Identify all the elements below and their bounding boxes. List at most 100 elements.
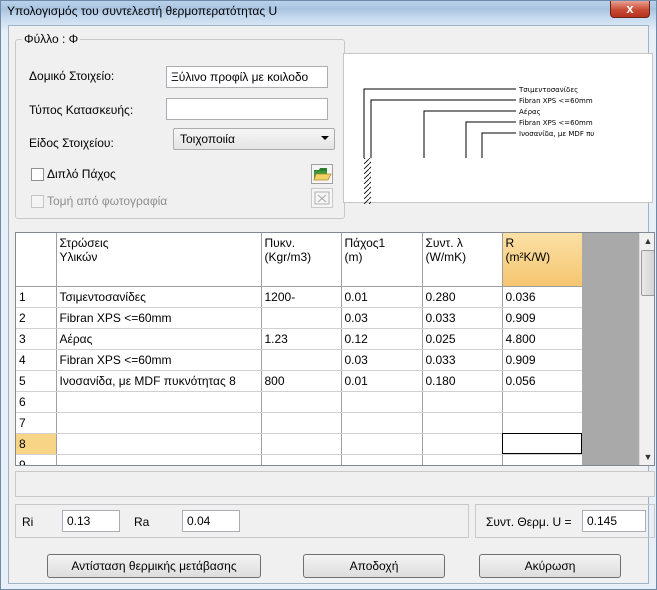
cell-material[interactable]: Fibran XPS <=60mm: [56, 307, 262, 329]
table-row[interactable]: 1 Τσιμεντοσανίδες 1200- 0.01 0.280 0.036: [16, 286, 583, 308]
header-lambda[interactable]: Συντ. λ (W/mK): [422, 233, 503, 287]
row-number[interactable]: 8: [16, 433, 57, 455]
table-row[interactable]: 7: [16, 412, 583, 434]
table-row[interactable]: 6: [16, 391, 583, 413]
cell-resistance[interactable]: 0.036: [502, 286, 583, 308]
double-thickness-label: Διπλό Πάχος: [47, 167, 116, 181]
cell-material[interactable]: Ινοσανίδα, με MDF πυκνότητας 8: [56, 370, 262, 392]
cell-material[interactable]: Τσιμεντοσανίδες: [56, 286, 262, 308]
cell-resistance[interactable]: 0.056: [502, 370, 583, 392]
cell-thickness[interactable]: 0.03: [341, 349, 423, 371]
cell-material[interactable]: [56, 412, 262, 434]
header-density[interactable]: Πυκν. (Kgr/m3): [261, 233, 342, 287]
element-field[interactable]: Ξύλινο προφίλ με κοιλοδο: [166, 66, 328, 88]
cancel-button[interactable]: Ακύρωση: [479, 554, 621, 578]
row-number[interactable]: 2: [16, 307, 57, 329]
photo-section-checkbox[interactable]: [31, 195, 44, 208]
cell-lambda[interactable]: [422, 412, 503, 434]
cell-density[interactable]: 1.23: [261, 328, 342, 350]
ri-label: Ri: [22, 515, 34, 529]
cell-resistance[interactable]: [502, 412, 583, 434]
cell-material[interactable]: [56, 391, 262, 413]
ri-field[interactable]: 0.13: [62, 510, 120, 532]
table-row-current[interactable]: 8: [16, 433, 583, 455]
cell-lambda[interactable]: 0.280: [422, 286, 503, 308]
header-material[interactable]: Στρώσεις Υλικών: [56, 233, 262, 287]
type-select[interactable]: Τοιχοποιία: [173, 128, 335, 150]
row-number[interactable]: 5: [16, 370, 57, 392]
chevron-down-icon: [321, 136, 329, 140]
cell-thickness[interactable]: [341, 412, 423, 434]
table-row[interactable]: 4 Fibran XPS <=60mm 0.03 0.033 0.909: [16, 349, 583, 371]
cell-resistance[interactable]: 0.909: [502, 307, 583, 329]
cell-resistance[interactable]: 4.800: [502, 328, 583, 350]
row-number[interactable]: 4: [16, 349, 57, 371]
cell-lambda[interactable]: 0.033: [422, 307, 503, 329]
row-number[interactable]: 7: [16, 412, 57, 434]
row-number[interactable]: 1: [16, 286, 57, 308]
header-resistance[interactable]: R (m²K/W): [502, 233, 583, 287]
cell-lambda[interactable]: 0.033: [422, 349, 503, 371]
cell-lambda[interactable]: 0.025: [422, 328, 503, 350]
u-field[interactable]: 0.145: [582, 510, 646, 532]
cell-density[interactable]: [261, 433, 342, 455]
construction-label: Τύπος Κατασκευής:: [29, 103, 134, 117]
cell-material[interactable]: [56, 433, 262, 455]
dialog-window: Υπολογισμός του συντελεστή θερμοπερατότη…: [0, 0, 657, 590]
section-preview: Τσιμεντοσανίδες Fibran XPS <=60mm Αέρας …: [343, 53, 653, 204]
cell-density[interactable]: [261, 349, 342, 371]
construction-field[interactable]: [166, 98, 328, 120]
cell-material[interactable]: Αέρας: [56, 328, 262, 350]
photo-button[interactable]: [311, 188, 333, 208]
open-folder-button[interactable]: [311, 164, 333, 184]
thermal-transition-button[interactable]: Αντίσταση θερμικής μετάβασης: [47, 554, 261, 578]
layers-grid[interactable]: Στρώσεις Υλικών Πυκν. (Kgr/m3) Πάχος1 (m) Σ…: [15, 232, 655, 466]
cell-lambda[interactable]: [422, 454, 503, 465]
cell-thickness[interactable]: 0.03: [341, 307, 423, 329]
cell-density[interactable]: [261, 454, 342, 465]
cell-thickness[interactable]: [341, 391, 423, 413]
header-thickness[interactable]: Πάχος1 (m): [341, 233, 423, 287]
cell-density[interactable]: 1200-: [261, 286, 342, 308]
cell-density[interactable]: [261, 412, 342, 434]
title-bar[interactable]: Υπολογισμός του συντελεστή θερμοπερατότη…: [1, 1, 656, 23]
cell-material[interactable]: [56, 454, 262, 465]
cell-thickness[interactable]: [341, 433, 423, 455]
cell-thickness[interactable]: [341, 454, 423, 465]
cell-density[interactable]: [261, 307, 342, 329]
double-thickness-checkbox[interactable]: [31, 168, 44, 181]
layers-table: Στρώσεις Υλικών Πυκν. (Kgr/m3) Πάχος1 (m) Σ…: [16, 233, 583, 465]
cell-resistance[interactable]: [502, 391, 583, 413]
accept-button[interactable]: Αποδοχή: [303, 554, 445, 578]
table-row[interactable]: 2 Fibran XPS <=60mm 0.03 0.033 0.909: [16, 307, 583, 329]
status-strip: [15, 471, 655, 497]
grid-header-row: Στρώσεις Υλικών Πυκν. (Kgr/m3) Πάχος1 (m) Σ…: [16, 233, 583, 287]
scroll-down-icon[interactable]: ▼: [640, 449, 654, 465]
table-row[interactable]: 3 Αέρας 1.23 0.12 0.025 4.800: [16, 328, 583, 350]
cell-lambda[interactable]: 0.180: [422, 370, 503, 392]
cell-resistance-selected[interactable]: [502, 433, 583, 455]
table-row[interactable]: 5 Ινοσανίδα, με MDF πυκνότητας 8 800 0.0…: [16, 370, 583, 392]
cell-thickness[interactable]: 0.01: [341, 286, 423, 308]
cell-thickness[interactable]: 0.01: [341, 370, 423, 392]
scroll-up-icon[interactable]: ▲: [640, 233, 654, 249]
cell-density[interactable]: [261, 391, 342, 413]
u-result-panel: Συντ. Θερμ. U = 0.145: [475, 504, 655, 538]
cell-density[interactable]: 800: [261, 370, 342, 392]
cell-lambda[interactable]: [422, 391, 503, 413]
ra-field[interactable]: 0.04: [182, 510, 240, 532]
cell-lambda[interactable]: [422, 433, 503, 455]
row-number[interactable]: 3: [16, 328, 57, 350]
cell-material[interactable]: Fibran XPS <=60mm: [56, 349, 262, 371]
cell-resistance[interactable]: [502, 454, 583, 465]
preview-label-3: Αέρας: [519, 108, 541, 116]
table-row[interactable]: 9: [16, 454, 583, 465]
cell-resistance[interactable]: 0.909: [502, 349, 583, 371]
grid-vertical-scrollbar[interactable]: ▲ ▼: [639, 233, 654, 465]
cell-thickness[interactable]: 0.12: [341, 328, 423, 350]
scroll-thumb[interactable]: [641, 250, 654, 296]
row-number[interactable]: 9: [16, 454, 57, 465]
close-button[interactable]: x: [610, 1, 650, 18]
row-number[interactable]: 6: [16, 391, 57, 413]
folder-open-icon: [313, 168, 332, 181]
